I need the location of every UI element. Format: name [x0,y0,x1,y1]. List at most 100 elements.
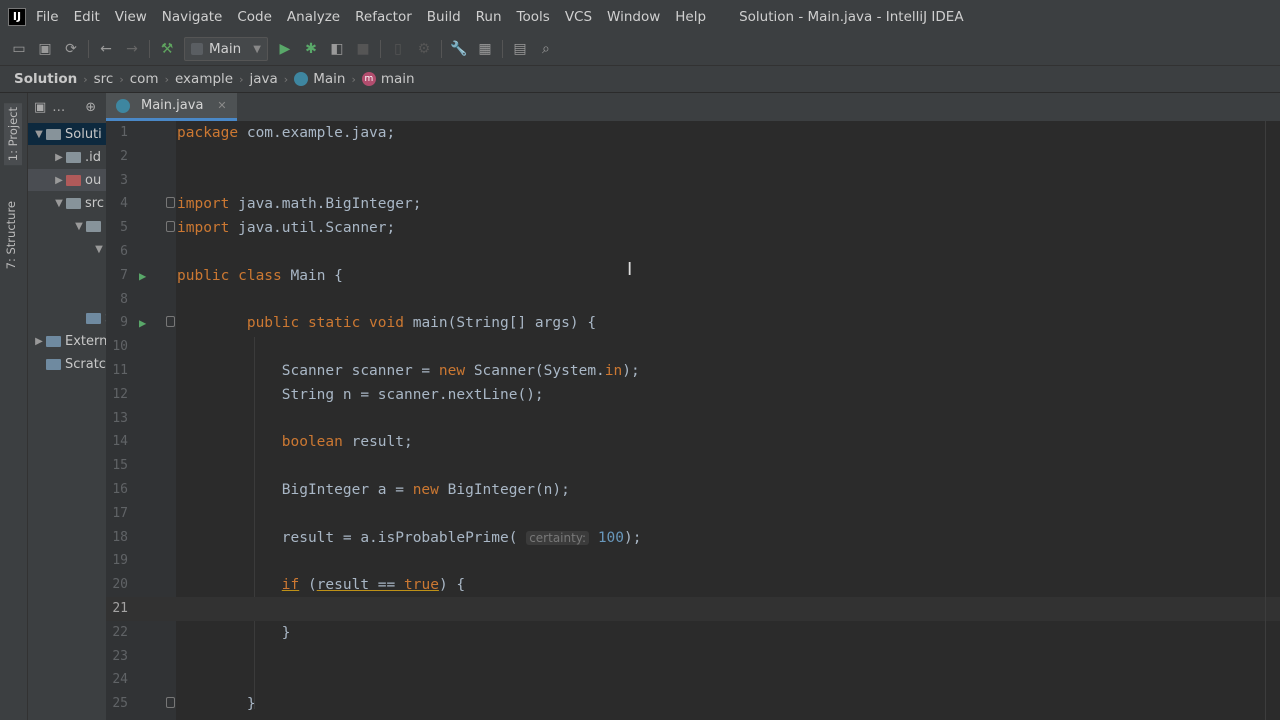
code-line[interactable]: 3 [106,169,1280,193]
tree-item[interactable] [28,261,46,283]
menu-item-code[interactable]: Code [237,9,272,25]
code-line[interactable]: 13 [106,407,1280,431]
breadcrumb-item-solution[interactable]: Solution [14,71,77,87]
project-tool-tab[interactable]: 1: Project [4,103,22,166]
parameter-hint: certainty: [526,530,590,545]
menu-item-run[interactable]: Run [476,9,502,25]
tree-item[interactable]: ▶ ou [28,169,106,191]
code-line[interactable]: 22 } [106,621,1280,645]
run-gutter-icon[interactable]: ▶ [139,311,146,335]
code-line[interactable]: 7 ▶ public class Main { [106,264,1280,288]
menu-item-window[interactable]: Window [607,9,660,25]
code-line[interactable]: 17 [106,502,1280,526]
build-icon[interactable]: ⚒ [154,36,180,62]
code-line[interactable]: 8 [106,288,1280,312]
panel-layout-icon[interactable]: ▣ [34,100,46,115]
tree-item[interactable]: ▼ [28,238,106,260]
breadcrumb-item-java[interactable]: java [250,71,278,87]
code-line[interactable]: 18 result = a.isProbablePrime( certainty… [106,526,1280,550]
code-line[interactable]: 11 Scanner scanner = new Scanner(System.… [106,359,1280,383]
tree-item[interactable]: ▼ [28,215,105,237]
breadcrumb: Solution › src › com › example › java › Main › m main [0,65,1280,93]
run-config-selector[interactable]: Main ▼ [184,37,268,61]
menu-item-file[interactable]: File [36,9,59,25]
chevron-down-icon[interactable]: ▼ [92,244,106,255]
code-line[interactable]: 21 [106,597,1280,621]
breadcrumb-label: Solution [14,71,78,87]
search-icon[interactable]: ⌕ [533,36,559,62]
run-icon[interactable]: ▶ [272,36,298,62]
panel-target-icon[interactable]: ⊕ [85,100,96,115]
chevron-right-icon[interactable]: ▶ [52,152,66,163]
code-line[interactable]: 15 [106,454,1280,478]
code-line[interactable]: 25 } [106,692,1280,716]
code-text: import java.util.Scanner; [177,216,395,240]
menu-item-view[interactable]: View [115,9,147,25]
chevron-down-icon[interactable]: ▼ [72,221,86,232]
breadcrumb-item-main[interactable]: Main [294,71,345,87]
panel-menu-icon[interactable]: … [52,100,65,115]
menu-item-navigate[interactable]: Navigate [162,9,223,25]
code-line[interactable]: 6 [106,240,1280,264]
menu-item-edit[interactable]: Edit [74,9,100,25]
fold-marker-icon[interactable] [166,316,175,328]
code-line[interactable]: 4 import java.math.BigInteger; [106,192,1280,216]
code-line[interactable]: 14 boolean result; [106,430,1280,454]
chevron-down-icon[interactable]: ▼ [52,198,66,209]
profiler-icon[interactable]: ⚙ [411,36,437,62]
code-line[interactable]: 9 ▶ public static void main(String[] args… [106,311,1280,335]
attach-icon[interactable]: ▯ [385,36,411,62]
back-icon[interactable]: ← [93,36,119,62]
breadcrumb-item-main[interactable]: m main [361,71,415,87]
code-line[interactable]: 24 [106,668,1280,692]
terminal-icon[interactable]: ▤ [507,36,533,62]
coverage-icon[interactable]: ◧ [324,36,350,62]
tab-main-java[interactable]: Main.java ✕ [106,93,237,121]
menu-item-tools[interactable]: Tools [517,9,550,25]
close-icon[interactable]: ✕ [217,99,226,112]
code-editor[interactable]: 1 package com.example.java; 2 3 4 import java… [106,121,1280,720]
project-structure-icon[interactable]: ▦ [472,36,498,62]
debug-icon[interactable]: ✱ [298,36,324,62]
menu-item-refactor[interactable]: Refactor [355,9,412,25]
code-line[interactable]: 2 [106,145,1280,169]
forward-icon[interactable]: → [119,36,145,62]
breadcrumb-item-com[interactable]: com [130,71,159,87]
code-line[interactable]: 12 String n = scanner.nextLine(); [106,383,1280,407]
sync-icon[interactable]: ⟳ [58,36,84,62]
code-line[interactable]: 19 [106,549,1280,573]
code-line[interactable]: 20 if (result == true) { [106,573,1280,597]
save-icon[interactable]: ▣ [32,36,58,62]
tree-item[interactable]: ▶ Extern [28,330,106,352]
tree-item[interactable]: So [28,307,106,329]
settings-icon[interactable]: 🔧 [446,36,472,62]
breadcrumb-item-example[interactable]: example [175,71,233,87]
fold-marker-icon[interactable] [166,197,175,209]
menu-item-analyze[interactable]: Analyze [287,9,340,25]
tree-item[interactable]: ▼ src [28,192,104,214]
code-line[interactable]: 5 import java.util.Scanner; [106,216,1280,240]
stop-icon[interactable]: ■ [350,36,376,62]
menu-item-build[interactable]: Build [427,9,461,25]
structure-tool-tab[interactable]: 7: Structure [4,201,18,269]
code-line[interactable]: 16 BigInteger a = new BigInteger(n); [106,478,1280,502]
menu-item-vcs[interactable]: VCS [565,9,592,25]
chevron-right-icon[interactable]: ▶ [32,336,46,347]
tree-item[interactable]: ▼ Soluti [28,123,106,145]
tree-item[interactable]: ▶ .id [28,146,101,168]
open-icon[interactable]: ▭ [6,36,32,62]
run-gutter-icon[interactable]: ▶ [139,264,146,288]
fold-marker-icon[interactable] [166,221,175,233]
tree-item[interactable] [28,284,46,306]
editor-scrollbar[interactable] [1265,121,1266,720]
code-line[interactable]: 1 package com.example.java; [106,121,1280,145]
code-token: Scanner(System. [473,363,605,379]
code-line[interactable]: 23 [106,645,1280,669]
code-line[interactable]: 10 [106,335,1280,359]
breadcrumb-item-src[interactable]: src [94,71,114,87]
tree-item[interactable]: Scratc [28,353,106,375]
fold-marker-icon[interactable] [166,697,175,709]
menu-item-help[interactable]: Help [675,9,706,25]
chevron-right-icon[interactable]: ▶ [52,175,66,186]
chevron-down-icon[interactable]: ▼ [32,129,46,140]
